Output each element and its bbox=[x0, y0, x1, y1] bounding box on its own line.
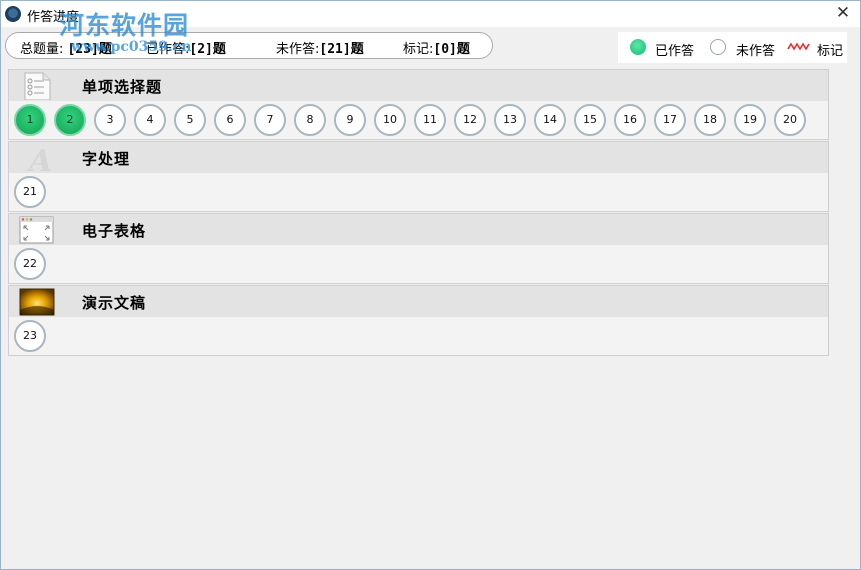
question-row: 22 bbox=[9, 245, 828, 283]
section-title: 单项选择题 bbox=[82, 78, 163, 96]
question-21-button[interactable]: 21 bbox=[14, 176, 46, 208]
answered-count: 已作答:[2]题 bbox=[146, 42, 226, 57]
question-16-button[interactable]: 16 bbox=[614, 104, 646, 136]
question-22-button[interactable]: 22 bbox=[14, 248, 46, 280]
question-8-button[interactable]: 8 bbox=[294, 104, 326, 136]
question-3-button[interactable]: 3 bbox=[94, 104, 126, 136]
question-6-button[interactable]: 6 bbox=[214, 104, 246, 136]
list-document-icon bbox=[24, 72, 51, 100]
legend-marked: 标记 bbox=[817, 44, 844, 59]
question-4-button[interactable]: 4 bbox=[134, 104, 166, 136]
svg-text:A: A bbox=[26, 144, 52, 172]
total-count: 总题量: [23]题 bbox=[20, 42, 112, 57]
section-spreadsheet: 电子表格 22 bbox=[8, 213, 829, 284]
question-1-button[interactable]: 1 bbox=[14, 104, 46, 136]
unanswered-dot-icon bbox=[710, 39, 726, 55]
answered-dot-icon bbox=[630, 39, 646, 55]
question-18-button[interactable]: 18 bbox=[694, 104, 726, 136]
question-13-button[interactable]: 13 bbox=[494, 104, 526, 136]
section-header: 单项选择题 bbox=[9, 70, 828, 101]
section-title: 电子表格 bbox=[82, 222, 147, 240]
progress-summary: 总题量: [23]题 已作答:[2]题 未作答:[21]题 标记:[0]题 bbox=[5, 32, 493, 59]
question-17-button[interactable]: 17 bbox=[654, 104, 686, 136]
marked-count: 标记:[0]题 bbox=[403, 42, 470, 57]
legend-answered: 已作答 bbox=[655, 44, 695, 59]
question-20-button[interactable]: 20 bbox=[774, 104, 806, 136]
section-header: 演示文稿 bbox=[9, 286, 828, 317]
mark-wave-icon bbox=[787, 42, 810, 51]
question-7-button[interactable]: 7 bbox=[254, 104, 286, 136]
title-bar: 作答进度 ✕ bbox=[1, 1, 860, 27]
question-15-button[interactable]: 15 bbox=[574, 104, 606, 136]
section-header: A 字处理 bbox=[9, 142, 828, 173]
question-14-button[interactable]: 14 bbox=[534, 104, 566, 136]
section-header: 电子表格 bbox=[9, 214, 828, 245]
window-title: 作答进度 bbox=[27, 10, 80, 25]
presentation-slide-icon bbox=[19, 288, 55, 316]
legend: 已作答 未作答 标记 bbox=[618, 32, 847, 63]
app-logo-icon bbox=[5, 6, 21, 22]
section-title: 字处理 bbox=[82, 150, 131, 168]
question-5-button[interactable]: 5 bbox=[174, 104, 206, 136]
section-presentation: 演示文稿 23 bbox=[8, 285, 829, 356]
section-title: 演示文稿 bbox=[82, 294, 147, 312]
question-row: 23 bbox=[9, 317, 828, 355]
close-button[interactable]: ✕ bbox=[826, 1, 860, 27]
question-row: 1 2 3 4 5 6 7 8 9 10 11 12 13 14 15 16 17 18 19 20 bbox=[9, 101, 828, 139]
spreadsheet-window-icon bbox=[19, 216, 54, 244]
question-23-button[interactable]: 23 bbox=[14, 320, 46, 352]
word-processor-a-icon: A bbox=[26, 144, 52, 172]
question-11-button[interactable]: 11 bbox=[414, 104, 446, 136]
question-12-button[interactable]: 12 bbox=[454, 104, 486, 136]
question-9-button[interactable]: 9 bbox=[334, 104, 366, 136]
section-word-processing: A 字处理 21 bbox=[8, 141, 829, 212]
question-10-button[interactable]: 10 bbox=[374, 104, 406, 136]
section-single-choice: 单项选择题 1 2 3 4 5 6 7 8 9 10 11 12 13 14 15 16 17 18 19 20 bbox=[8, 69, 829, 140]
question-2-button[interactable]: 2 bbox=[54, 104, 86, 136]
question-row: 21 bbox=[9, 173, 828, 211]
unanswered-count: 未作答:[21]题 bbox=[276, 42, 364, 57]
question-19-button[interactable]: 19 bbox=[734, 104, 766, 136]
legend-unanswered: 未作答 bbox=[736, 44, 776, 59]
